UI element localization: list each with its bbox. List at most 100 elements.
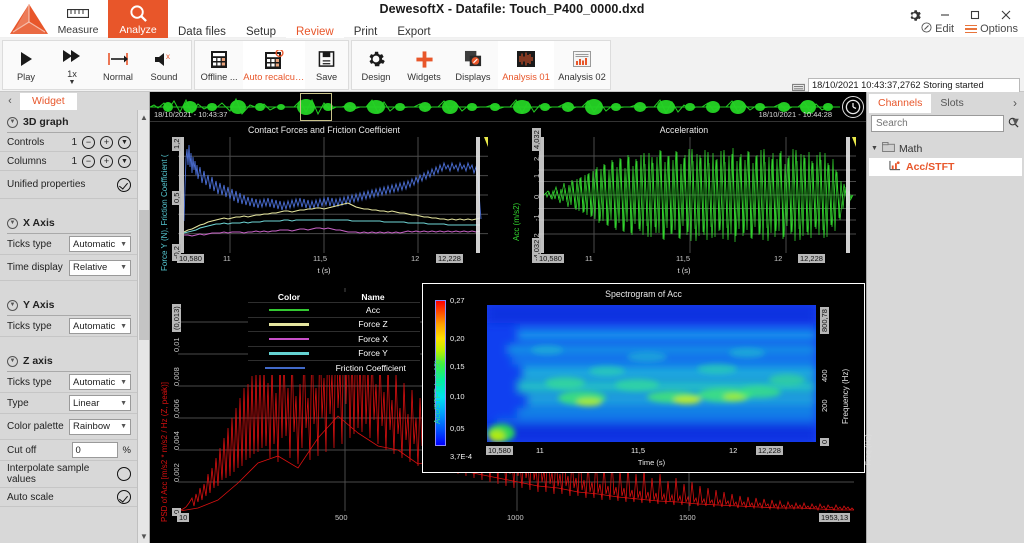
section-z-axis-title: Z axis: [23, 355, 53, 367]
chevron-down-circle-icon: ▼: [7, 299, 18, 311]
channel-tree: ▼ Math Acc/STFT: [867, 140, 1024, 176]
options-button[interactable]: Options: [965, 23, 1018, 35]
tree-group-math[interactable]: ▼ Math: [867, 140, 1024, 157]
controls-chevron-down-circle-icon[interactable]: ▼: [118, 135, 131, 149]
legend-row[interactable]: Friction Coefficient: [248, 360, 420, 375]
unified-properties-checkbox[interactable]: [117, 177, 131, 192]
auto-recalculate-button[interactable]: Auto recalculate: [243, 41, 306, 89]
spectrogram-heatmap: [487, 305, 816, 442]
analysis-01-tab[interactable]: Analysis 01: [498, 41, 554, 89]
overview-selection-window[interactable]: [300, 93, 332, 121]
columns-chevron-down-circle-icon[interactable]: ▼: [118, 154, 131, 168]
overview-end-time: 18/10/2021 - 10:44:28: [758, 110, 832, 119]
tree-item-acc-stft[interactable]: Acc/STFT: [869, 158, 1022, 176]
section-x-axis-header[interactable]: ▼ X Axis: [0, 211, 138, 232]
sound-label: Sound: [150, 72, 178, 82]
section-z-axis-header[interactable]: ▼ Z axis: [0, 349, 138, 370]
channel-search-box[interactable]: [871, 115, 1019, 132]
scroll-up-arrow-icon[interactable]: ▲: [138, 110, 150, 124]
chevron-right-icon[interactable]: ›: [1013, 96, 1022, 110]
channel-legend-table: Color Name Acc Force Z Force X Force Y F…: [248, 292, 420, 375]
columns-minus-circle-icon[interactable]: −: [82, 154, 95, 168]
legend-row[interactable]: Force X: [248, 331, 420, 346]
z-type-select[interactable]: Linear ▼: [69, 395, 131, 411]
controls-plus-circle-icon[interactable]: +: [100, 135, 113, 149]
auto-scale-checkbox[interactable]: [117, 490, 131, 504]
z-ticks-type-label: Ticks type: [7, 376, 52, 388]
search-input[interactable]: [876, 118, 1008, 129]
mode-measure[interactable]: Measure: [48, 0, 108, 40]
legend-row[interactable]: Acc: [248, 302, 420, 317]
legend-color-swatch: [264, 366, 305, 369]
psd-ytick: 0,01: [172, 337, 181, 352]
color-palette-select[interactable]: Rainbow ▼: [69, 418, 131, 435]
play-button[interactable]: Play: [3, 41, 49, 89]
floppy-disk-icon: [318, 48, 335, 70]
sound-button[interactable]: x Sound: [141, 41, 187, 89]
psd-ytick: 0,006: [172, 399, 181, 418]
step-icon: [107, 48, 129, 70]
clock-icon[interactable]: [842, 96, 864, 118]
property-row-auto-scale: Auto scale: [0, 488, 138, 507]
folder-icon: [882, 142, 895, 155]
acceleration-title: Acceleration: [659, 125, 709, 135]
contact-forces-plot[interactable]: Contact Forces and Friction Coefficient …: [150, 123, 498, 283]
save-button[interactable]: Save: [305, 41, 348, 89]
spectrogram-plot[interactable]: Spectrogram of Acc Acc/STFT (m/s^2) 0,27…: [422, 283, 865, 473]
columns-plus-circle-icon[interactable]: +: [100, 154, 113, 168]
property-row-y-ticks-type: Ticks type Automatic ▼: [0, 316, 138, 337]
acceleration-plot[interactable]: Acceleration Acc (m/s2) 4,032 2 1 0 -1 -…: [502, 123, 866, 283]
legend-row[interactable]: Force Y: [248, 345, 420, 361]
cut-off-input[interactable]: 0: [71, 442, 118, 458]
tab-channels[interactable]: Channels: [869, 93, 932, 113]
analysis-02-tab[interactable]: Analysis 02: [554, 41, 610, 89]
y-ticks-type-select[interactable]: Automatic ▼: [69, 318, 131, 334]
spectrogram-xtick: 11: [536, 446, 544, 455]
time-display-select[interactable]: Relative ▼: [69, 259, 131, 276]
legend-row[interactable]: Force Z: [248, 316, 420, 332]
calculator-recalc-icon: [264, 48, 284, 70]
psd-ytick: (0,013): [172, 304, 181, 332]
ribbon-toolbar: Play 1x ▼ Normal x Sound Offline ... Aut…: [0, 38, 1024, 149]
sidebar-tab-widget[interactable]: Widget: [20, 92, 77, 110]
chevron-down-icon: ▼: [120, 378, 127, 386]
scroll-down-arrow-icon[interactable]: ▼: [138, 529, 150, 543]
analysis-01-label: Analysis 01: [502, 72, 550, 82]
x-ticks-type-label: Ticks type: [7, 238, 52, 250]
x-ticks-type-select[interactable]: Automatic ▼: [69, 236, 131, 252]
offline-math-button[interactable]: Offline ...: [195, 41, 243, 89]
gear-icon: [367, 48, 385, 70]
edit-button[interactable]: Edit: [921, 22, 954, 36]
playback-mode-button[interactable]: Normal: [95, 41, 141, 89]
mode-analyze[interactable]: Analyze: [108, 0, 168, 40]
design-button[interactable]: Design: [352, 41, 400, 89]
section-y-axis-header[interactable]: ▼ Y Axis: [0, 293, 138, 314]
legend-swatch-cell: [248, 366, 321, 369]
recorder-overview-strip[interactable]: 18/10/2021 - 10:43:37 18/10/2021 - 10:44…: [150, 92, 866, 122]
legend-swatch-cell: [248, 323, 330, 326]
contact-forces-xtick: 11: [223, 254, 231, 263]
section-3d-graph-header[interactable]: ▼ 3D graph: [0, 110, 138, 131]
tab-slots[interactable]: Slots: [931, 94, 972, 113]
psd-xtick: 500: [335, 513, 348, 522]
mode-analyze-label: Analyze: [119, 23, 157, 36]
chevron-down-icon[interactable]: ▼: [1010, 116, 1021, 128]
interpolate-checkbox[interactable]: [117, 467, 131, 481]
speed-button[interactable]: 1x ▼: [49, 41, 95, 89]
tree-expander-icon[interactable]: ▼: [871, 145, 878, 152]
sidebar-scroll-thumb[interactable]: [139, 210, 149, 340]
displays-button[interactable]: Displays: [448, 41, 498, 89]
y-ticks-type-value: Automatic: [73, 320, 116, 332]
controls-minus-circle-icon[interactable]: −: [82, 135, 95, 149]
mode-measure-label: Measure: [57, 23, 99, 36]
z-ticks-type-select[interactable]: Automatic ▼: [69, 374, 131, 390]
chevron-left-icon[interactable]: ‹: [4, 95, 16, 107]
sidebar-scrollbar[interactable]: ▲ ▼: [137, 110, 149, 543]
legend-color-swatch: [269, 337, 309, 340]
z-type-value: Linear: [73, 397, 100, 409]
auto-scale-label: Auto scale: [7, 491, 54, 503]
save-label: Save: [316, 72, 338, 82]
widgets-button[interactable]: Widgets: [400, 41, 448, 89]
speed-dropdown-caret[interactable]: ▼: [69, 79, 76, 86]
acceleration-ytick: 2: [532, 156, 541, 161]
